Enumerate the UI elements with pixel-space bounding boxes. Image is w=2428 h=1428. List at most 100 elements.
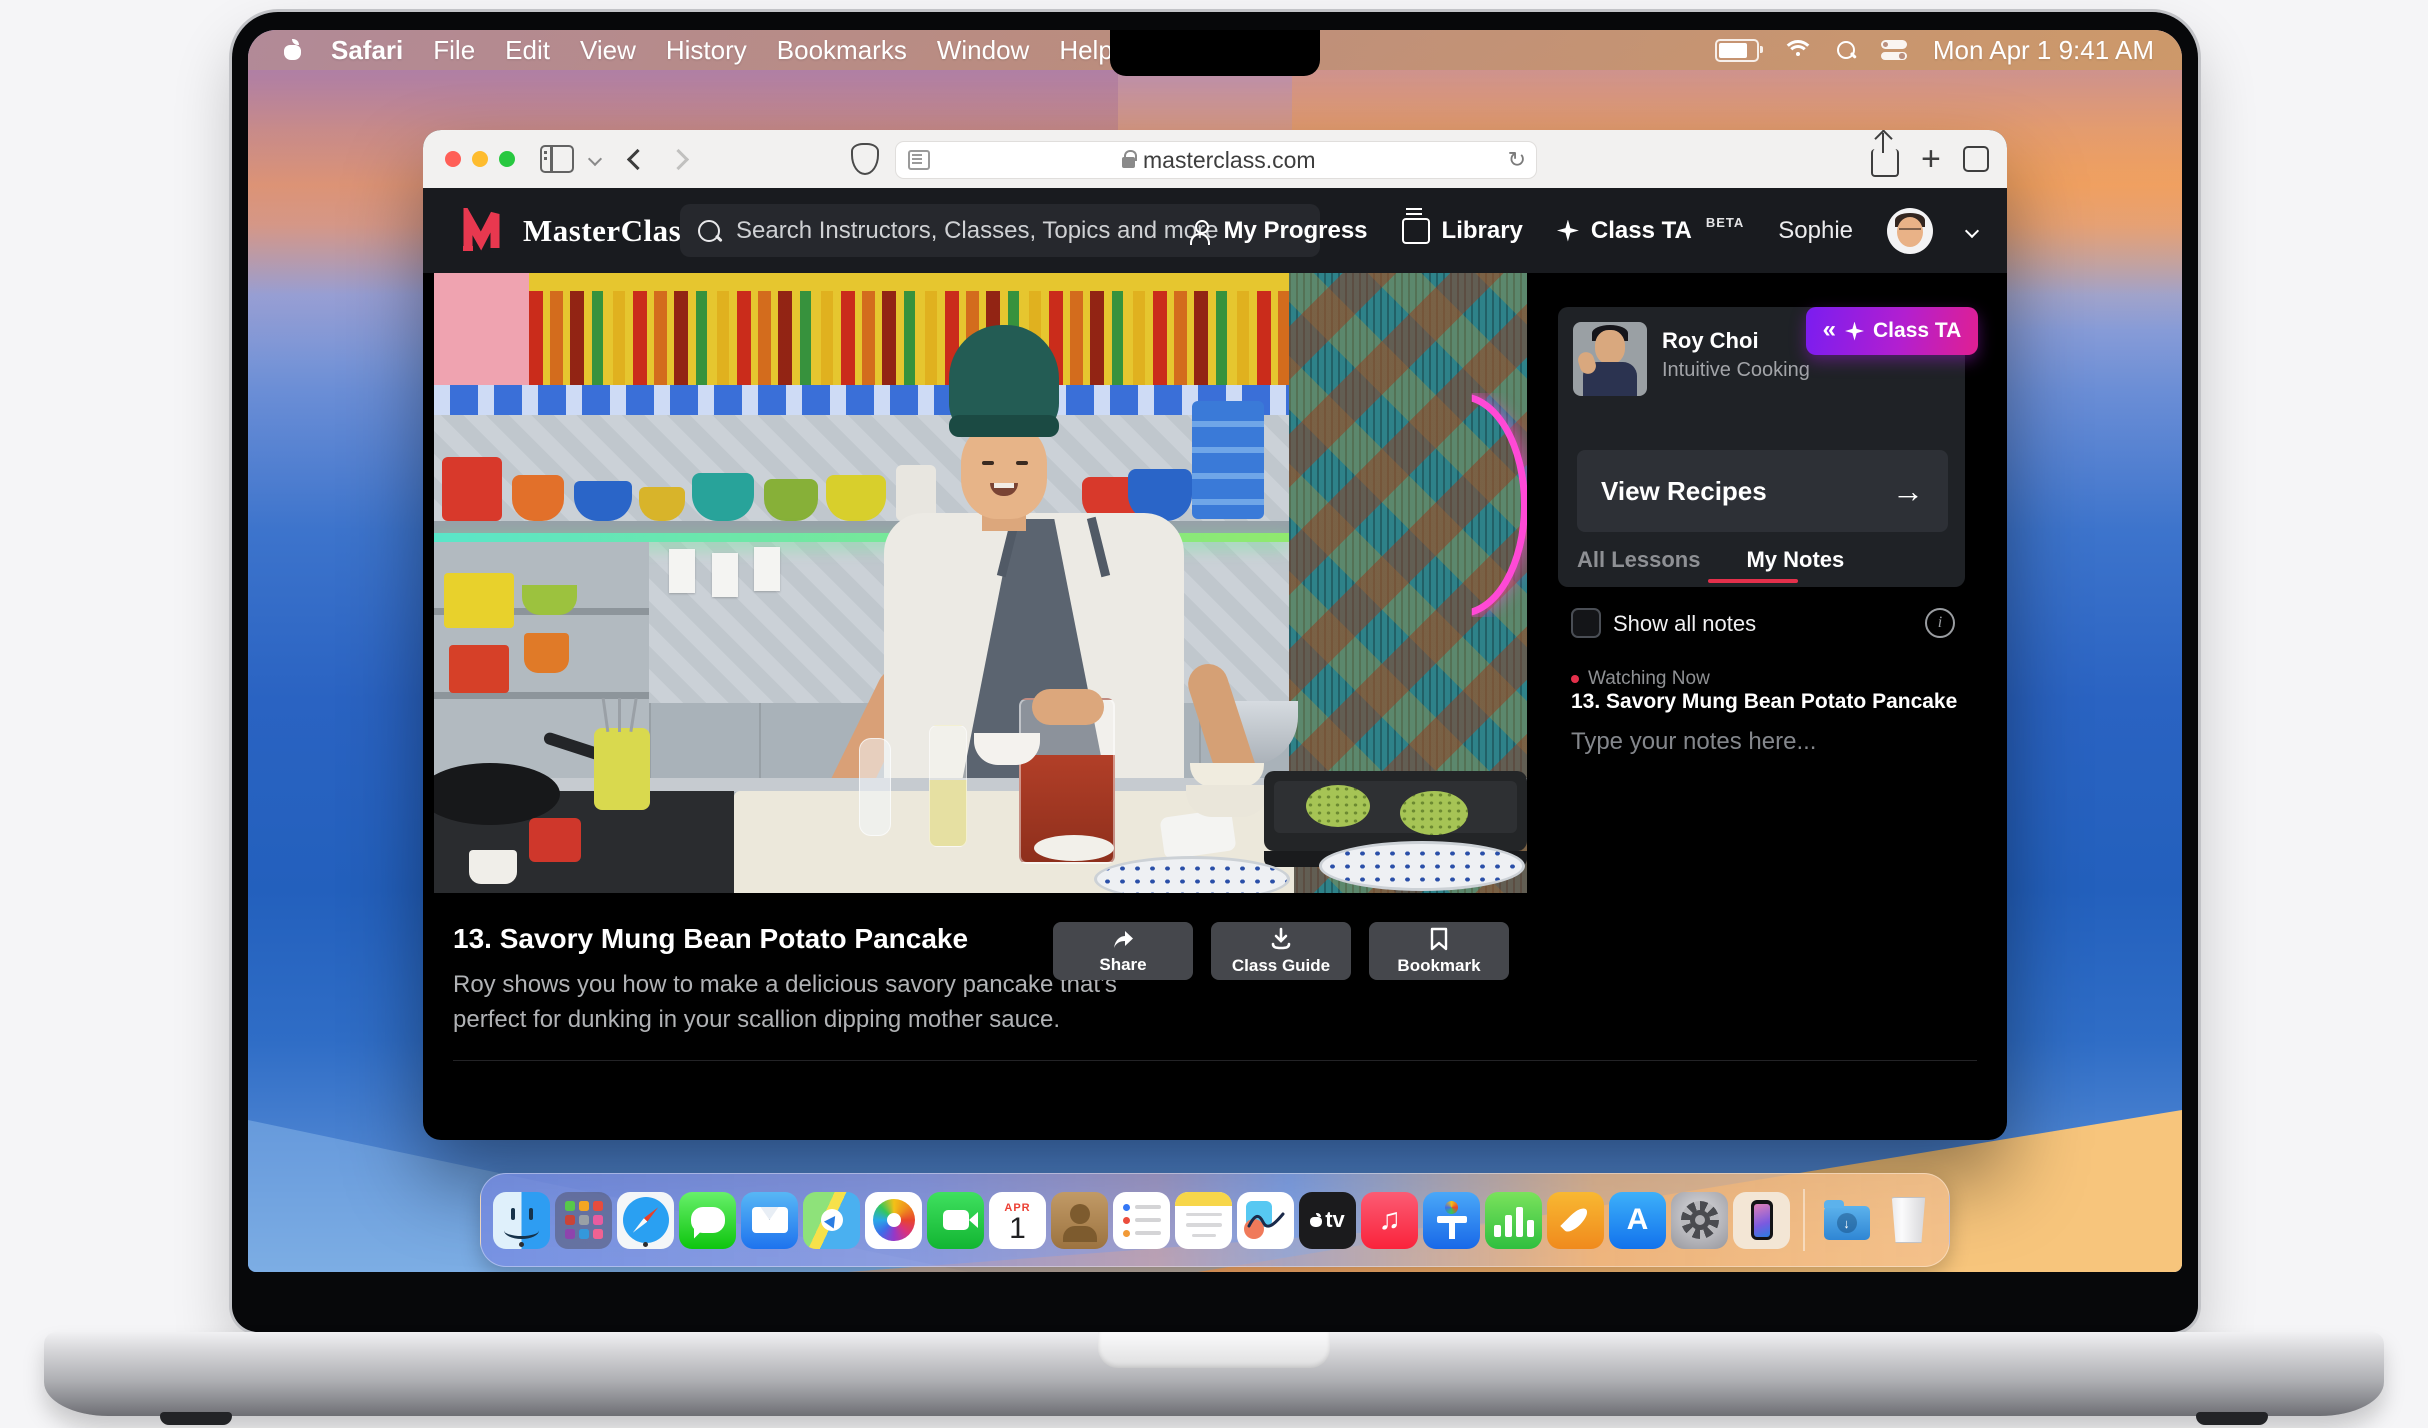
dock-reminders-icon[interactable] [1113, 1192, 1170, 1249]
dock-pages-icon[interactable] [1547, 1192, 1604, 1249]
avatar[interactable] [1887, 208, 1933, 254]
sparkle-icon: + [1557, 220, 1579, 242]
share-lesson-button[interactable]: Share [1053, 922, 1193, 980]
nav-class-ta[interactable]: + Class TA BETA [1557, 217, 1744, 245]
forward-button[interactable] [671, 152, 686, 167]
reader-icon[interactable] [908, 150, 930, 170]
user-name[interactable]: Sophie [1778, 217, 1853, 245]
plate [1319, 841, 1525, 891]
rubber-foot [160, 1412, 232, 1425]
lock-icon [1122, 157, 1135, 168]
download-icon [1269, 927, 1293, 951]
bookmark-icon [1429, 927, 1449, 951]
display-notch [1110, 30, 1320, 76]
masterclass-logo[interactable]: MasterClass [459, 208, 694, 254]
back-button[interactable] [630, 152, 645, 167]
search-icon [698, 220, 720, 242]
tab-overview-button[interactable] [1963, 146, 1989, 172]
finder-running-indicator [519, 1242, 524, 1247]
dock-launchpad-icon[interactable] [555, 1192, 612, 1249]
watching-dot [1571, 675, 1579, 683]
safari-toolbar: masterclass.com ↻ + [423, 130, 2007, 189]
new-tab-button[interactable]: + [1921, 142, 1941, 176]
dock-music-icon[interactable]: ♫ [1361, 1192, 1418, 1249]
apple-menu-icon[interactable] [284, 40, 301, 60]
dock-downloads-icon[interactable]: ↓ [1818, 1192, 1875, 1249]
menu-file[interactable]: File [433, 35, 475, 66]
menu-bookmarks[interactable]: Bookmarks [777, 35, 907, 66]
menu-help[interactable]: Help [1059, 35, 1112, 66]
arrow-right-icon: → [1892, 473, 1924, 510]
menu-bar-clock[interactable]: Mon Apr 1 9:41 AM [1933, 35, 2154, 66]
reload-icon[interactable]: ↻ [1508, 147, 1526, 173]
dock-contacts-icon[interactable] [1051, 1192, 1108, 1249]
dock-safari-icon[interactable] [617, 1192, 674, 1249]
menu-view[interactable]: View [580, 35, 636, 66]
privacy-shield-icon[interactable] [851, 143, 879, 175]
spotlight-icon[interactable] [1837, 41, 1855, 59]
safari-running-indicator [643, 1242, 648, 1247]
nav-library[interactable]: Library [1402, 217, 1523, 245]
url-text: masterclass.com [1143, 147, 1316, 174]
macbook-screen: Safari File Edit View History Bookmarks … [248, 30, 2182, 1272]
show-all-notes-label: Show all notes [1613, 611, 1756, 637]
tab-my-notes[interactable]: My Notes [1746, 547, 1844, 573]
safari-window: masterclass.com ↻ + MasterClass [423, 130, 2007, 1140]
share-button[interactable] [1871, 141, 1899, 177]
dock: APR 1 tv ♫ [480, 1173, 1950, 1267]
dock-notes-icon[interactable] [1175, 1192, 1232, 1249]
collapse-chevrons-icon[interactable]: « [1823, 318, 1836, 342]
sidebar-toggle-button[interactable] [540, 145, 574, 173]
beta-badge: BETA [1706, 215, 1744, 230]
control-center-icon[interactable] [1881, 40, 1907, 60]
nav-my-progress[interactable]: My Progress [1189, 217, 1367, 245]
sparkle-icon: + [1845, 322, 1864, 341]
masterclass-nav: My Progress Library + Class TA BETA Soph… [1189, 188, 1977, 273]
current-lesson-label: 13. Savory Mung Bean Potato Pancake [1571, 690, 1957, 714]
dock-trash-icon[interactable] [1880, 1192, 1937, 1249]
share-arrow-icon [1111, 928, 1135, 950]
dock-keynote-icon[interactable] [1423, 1192, 1480, 1249]
dock-maps-icon[interactable] [803, 1192, 860, 1249]
address-bar[interactable]: masterclass.com ↻ [895, 141, 1537, 179]
video-player[interactable] [434, 273, 1527, 893]
view-recipes-button[interactable]: View Recipes → [1577, 450, 1948, 532]
dock-numbers-icon[interactable] [1485, 1192, 1542, 1249]
menu-window[interactable]: Window [937, 35, 1029, 66]
content-divider [453, 1060, 1977, 1061]
dock-settings-icon[interactable] [1671, 1192, 1728, 1249]
menu-edit[interactable]: Edit [505, 35, 550, 66]
wifi-icon[interactable] [1785, 40, 1811, 60]
dock-facetime-icon[interactable] [927, 1192, 984, 1249]
pancake [1306, 785, 1370, 827]
instructor-face [961, 423, 1047, 519]
class-ta-button[interactable]: « + Class TA [1806, 307, 1978, 355]
instructor-thumbnail[interactable] [1573, 322, 1647, 396]
dock-mail-icon[interactable] [741, 1192, 798, 1249]
dock-appstore-icon[interactable]: A [1609, 1192, 1666, 1249]
battery-icon[interactable] [1715, 39, 1759, 62]
library-icon [1402, 218, 1430, 244]
sidebar-chevron-icon[interactable] [590, 154, 600, 164]
account-chevron-down-icon[interactable] [1967, 226, 1977, 236]
tab-all-lessons[interactable]: All Lessons [1577, 547, 1700, 573]
info-icon[interactable]: i [1925, 608, 1955, 638]
class-guide-button[interactable]: Class Guide [1211, 922, 1351, 980]
dock-appletv-icon[interactable]: tv [1299, 1192, 1356, 1249]
instructor-name: Roy Choi [1662, 328, 1759, 354]
minimize-window-button[interactable] [472, 151, 488, 167]
masterclass-logo-mark [459, 208, 509, 254]
close-window-button[interactable] [445, 151, 461, 167]
menu-history[interactable]: History [666, 35, 747, 66]
dock-photos-icon[interactable] [865, 1192, 922, 1249]
dock-calendar-icon[interactable]: APR 1 [989, 1192, 1046, 1249]
menu-safari[interactable]: Safari [331, 35, 403, 66]
notes-input[interactable]: Type your notes here... [1571, 728, 1816, 756]
bookmark-lesson-button[interactable]: Bookmark [1369, 922, 1509, 980]
dock-freeform-icon[interactable] [1237, 1192, 1294, 1249]
dock-finder-icon[interactable] [493, 1192, 550, 1249]
show-all-notes-checkbox[interactable] [1571, 608, 1601, 638]
dock-iphone-mirroring-icon[interactable] [1733, 1192, 1790, 1249]
dock-messages-icon[interactable] [679, 1192, 736, 1249]
zoom-window-button[interactable] [499, 151, 515, 167]
